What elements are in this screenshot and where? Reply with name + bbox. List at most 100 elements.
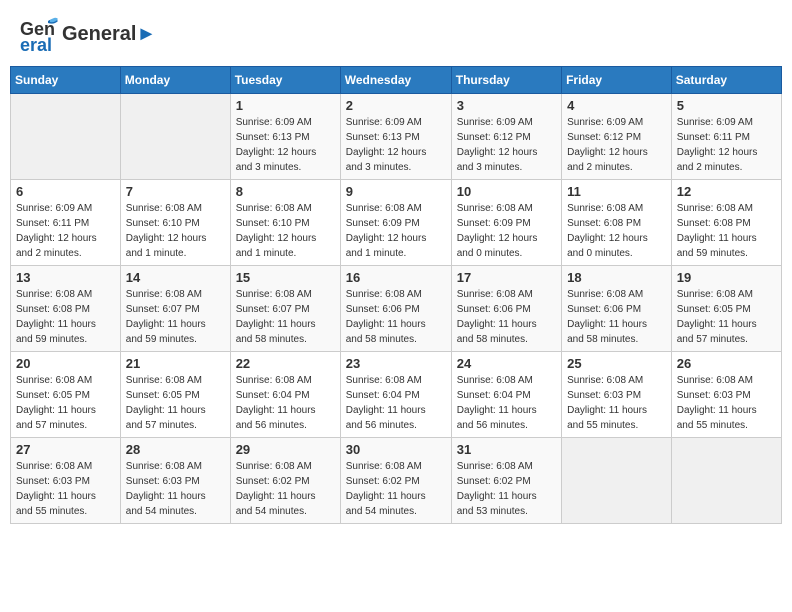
logo-text-line1: General►	[62, 23, 156, 45]
day-number: 12	[677, 184, 776, 199]
calendar-cell: 14 Sunrise: 6:08 AM Sunset: 6:07 PM Dayli…	[120, 266, 230, 352]
calendar-cell: 23 Sunrise: 6:08 AM Sunset: 6:04 PM Dayli…	[340, 352, 451, 438]
calendar-cell: 27Sunrise: 6:08 AM Sunset: 6:03 PM Dayli…	[11, 438, 121, 524]
day-number: 23	[346, 356, 446, 371]
svg-text:eral: eral	[20, 35, 52, 53]
logo: Gen eral General►	[20, 15, 156, 53]
day-info: Sunrise: 6:08 AM Sunset: 6:04 PM Dayligh…	[346, 373, 446, 433]
day-info: Sunrise: 6:08 AM Sunset: 6:02 PM Dayligh…	[346, 459, 446, 519]
day-number: 8	[236, 184, 335, 199]
day-number: 29	[236, 442, 335, 457]
calendar-cell: 21 Sunrise: 6:08 AM Sunset: 6:05 PM Dayli…	[120, 352, 230, 438]
day-info: Sunrise: 6:08 AM Sunset: 6:03 PM Dayligh…	[567, 373, 666, 433]
day-info: Sunrise: 6:08 AM Sunset: 6:04 PM Dayligh…	[236, 373, 335, 433]
day-info: Sunrise: 6:08 AM Sunset: 6:08 PM Dayligh…	[677, 201, 776, 261]
calendar-cell: 10 Sunrise: 6:08 AM Sunset: 6:09 PM Dayli…	[451, 180, 561, 266]
day-info: Sunrise: 6:08 AM Sunset: 6:05 PM Dayligh…	[677, 287, 776, 347]
calendar-cell: 25 Sunrise: 6:08 AM Sunset: 6:03 PM Dayli…	[562, 352, 672, 438]
calendar-cell: 9 Sunrise: 6:08 AM Sunset: 6:09 PM Daylig…	[340, 180, 451, 266]
page-header: Gen eral General►	[10, 10, 782, 58]
calendar-cell: 24Sunrise: 6:08 AM Sunset: 6:04 PM Dayli…	[451, 352, 561, 438]
day-number: 1	[236, 98, 335, 113]
day-number: 20	[16, 356, 115, 371]
day-info: Sunrise: 6:08 AM Sunset: 6:08 PM Dayligh…	[567, 201, 666, 261]
day-number: 17	[457, 270, 556, 285]
day-number: 13	[16, 270, 115, 285]
calendar-cell: 5 Sunrise: 6:09 AM Sunset: 6:11 PM Daylig…	[671, 94, 781, 180]
calendar-cell: 22 Sunrise: 6:08 AM Sunset: 6:04 PM Dayli…	[230, 352, 340, 438]
day-info: Sunrise: 6:08 AM Sunset: 6:06 PM Dayligh…	[567, 287, 666, 347]
day-info: Sunrise: 6:08 AM Sunset: 6:07 PM Dayligh…	[126, 287, 225, 347]
day-info: Sunrise: 6:09 AM Sunset: 6:12 PM Dayligh…	[457, 115, 556, 175]
day-number: 16	[346, 270, 446, 285]
day-number: 7	[126, 184, 225, 199]
day-info: Sunrise: 6:08 AM Sunset: 6:03 PM Dayligh…	[677, 373, 776, 433]
day-info: Sunrise: 6:08 AM Sunset: 6:02 PM Dayligh…	[457, 459, 556, 519]
day-number: 19	[677, 270, 776, 285]
day-number: 4	[567, 98, 666, 113]
calendar-cell: 2Sunrise: 6:09 AM Sunset: 6:13 PM Daylig…	[340, 94, 451, 180]
day-number: 30	[346, 442, 446, 457]
day-info: Sunrise: 6:08 AM Sunset: 6:05 PM Dayligh…	[126, 373, 225, 433]
weekday-header-sunday: Sunday	[11, 67, 121, 94]
day-number: 10	[457, 184, 556, 199]
calendar-cell: 6Sunrise: 6:09 AM Sunset: 6:11 PM Daylig…	[11, 180, 121, 266]
day-info: Sunrise: 6:08 AM Sunset: 6:07 PM Dayligh…	[236, 287, 335, 347]
calendar-cell	[11, 94, 121, 180]
calendar-cell: 4 Sunrise: 6:09 AM Sunset: 6:12 PM Daylig…	[562, 94, 672, 180]
calendar-cell	[562, 438, 672, 524]
day-info: Sunrise: 6:08 AM Sunset: 6:02 PM Dayligh…	[236, 459, 335, 519]
day-info: Sunrise: 6:09 AM Sunset: 6:11 PM Dayligh…	[16, 201, 115, 261]
weekday-header-thursday: Thursday	[451, 67, 561, 94]
day-number: 14	[126, 270, 225, 285]
calendar-cell: 16 Sunrise: 6:08 AM Sunset: 6:06 PM Dayli…	[340, 266, 451, 352]
day-number: 25	[567, 356, 666, 371]
day-info: Sunrise: 6:08 AM Sunset: 6:09 PM Dayligh…	[346, 201, 446, 261]
day-number: 22	[236, 356, 335, 371]
calendar-cell: 29 Sunrise: 6:08 AM Sunset: 6:02 PM Dayli…	[230, 438, 340, 524]
weekday-header-saturday: Saturday	[671, 67, 781, 94]
calendar-cell: 12 Sunrise: 6:08 AM Sunset: 6:08 PM Dayli…	[671, 180, 781, 266]
day-info: Sunrise: 6:09 AM Sunset: 6:11 PM Dayligh…	[677, 115, 776, 175]
weekday-header-tuesday: Tuesday	[230, 67, 340, 94]
weekday-header-wednesday: Wednesday	[340, 67, 451, 94]
day-info: Sunrise: 6:08 AM Sunset: 6:03 PM Dayligh…	[16, 459, 115, 519]
day-number: 11	[567, 184, 666, 199]
day-info: Sunrise: 6:09 AM Sunset: 6:12 PM Dayligh…	[567, 115, 666, 175]
calendar-cell: 20Sunrise: 6:08 AM Sunset: 6:05 PM Dayli…	[11, 352, 121, 438]
day-info: Sunrise: 6:09 AM Sunset: 6:13 PM Dayligh…	[346, 115, 446, 175]
calendar-cell: 17 Sunrise: 6:08 AM Sunset: 6:06 PM Dayli…	[451, 266, 561, 352]
day-info: Sunrise: 6:08 AM Sunset: 6:06 PM Dayligh…	[457, 287, 556, 347]
day-number: 18	[567, 270, 666, 285]
day-info: Sunrise: 6:08 AM Sunset: 6:10 PM Dayligh…	[236, 201, 335, 261]
weekday-header-friday: Friday	[562, 67, 672, 94]
day-number: 31	[457, 442, 556, 457]
day-info: Sunrise: 6:08 AM Sunset: 6:10 PM Dayligh…	[126, 201, 225, 261]
calendar-cell: 15Sunrise: 6:08 AM Sunset: 6:07 PM Dayli…	[230, 266, 340, 352]
day-number: 28	[126, 442, 225, 457]
day-number: 3	[457, 98, 556, 113]
calendar-cell: 11 Sunrise: 6:08 AM Sunset: 6:08 PM Dayli…	[562, 180, 672, 266]
calendar-cell: 19 Sunrise: 6:08 AM Sunset: 6:05 PM Dayli…	[671, 266, 781, 352]
calendar-cell: 7 Sunrise: 6:08 AM Sunset: 6:10 PM Daylig…	[120, 180, 230, 266]
calendar-cell: 30 Sunrise: 6:08 AM Sunset: 6:02 PM Dayli…	[340, 438, 451, 524]
calendar-cell	[671, 438, 781, 524]
day-number: 21	[126, 356, 225, 371]
day-info: Sunrise: 6:08 AM Sunset: 6:08 PM Dayligh…	[16, 287, 115, 347]
day-info: Sunrise: 6:08 AM Sunset: 6:09 PM Dayligh…	[457, 201, 556, 261]
day-number: 9	[346, 184, 446, 199]
day-number: 26	[677, 356, 776, 371]
day-info: Sunrise: 6:08 AM Sunset: 6:03 PM Dayligh…	[126, 459, 225, 519]
day-number: 24	[457, 356, 556, 371]
day-info: Sunrise: 6:08 AM Sunset: 6:06 PM Dayligh…	[346, 287, 446, 347]
weekday-header-monday: Monday	[120, 67, 230, 94]
calendar-cell: 1 Sunrise: 6:09 AM Sunset: 6:13 PM Daylig…	[230, 94, 340, 180]
logo-icon: Gen eral	[20, 15, 58, 53]
calendar-cell: 31 Sunrise: 6:08 AM Sunset: 6:02 PM Dayli…	[451, 438, 561, 524]
calendar-cell: 3 Sunrise: 6:09 AM Sunset: 6:12 PM Daylig…	[451, 94, 561, 180]
calendar-cell: 26 Sunrise: 6:08 AM Sunset: 6:03 PM Dayli…	[671, 352, 781, 438]
day-number: 5	[677, 98, 776, 113]
calendar-cell: 18 Sunrise: 6:08 AM Sunset: 6:06 PM Dayli…	[562, 266, 672, 352]
calendar-cell: 28 Sunrise: 6:08 AM Sunset: 6:03 PM Dayli…	[120, 438, 230, 524]
day-info: Sunrise: 6:09 AM Sunset: 6:13 PM Dayligh…	[236, 115, 335, 175]
